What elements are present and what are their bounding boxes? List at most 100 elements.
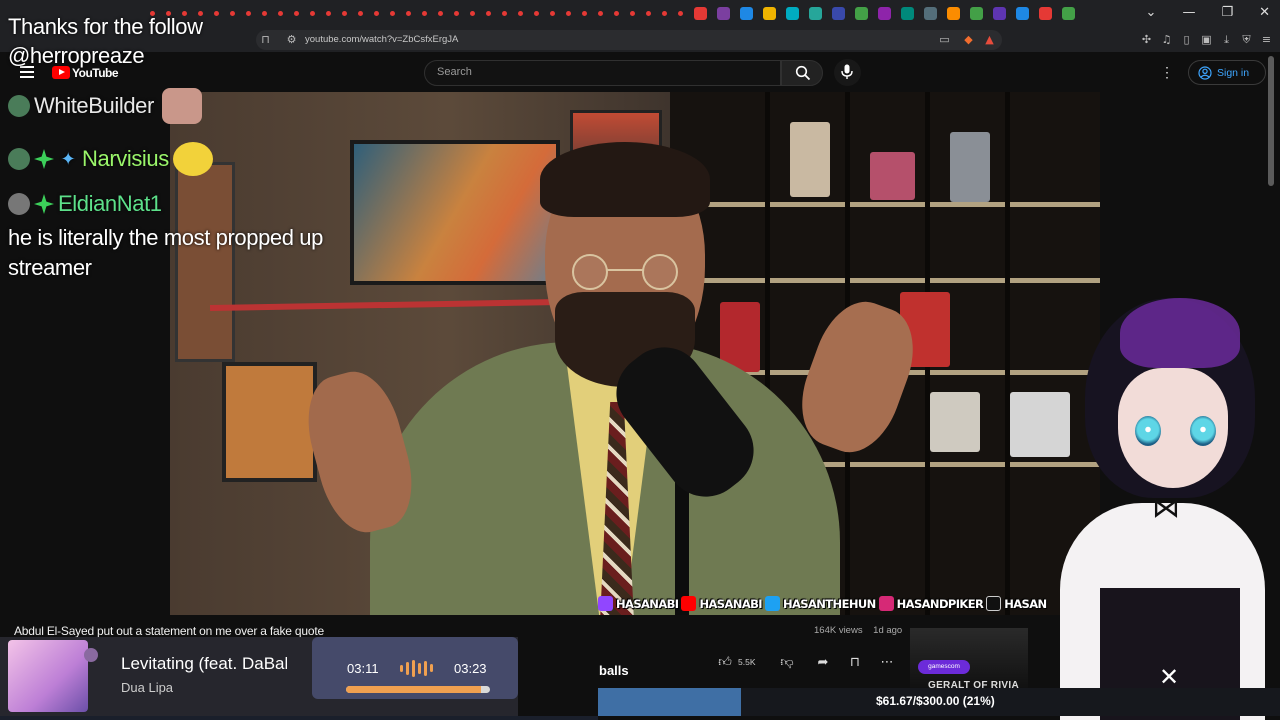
- follow-alert: Thanks for the follow @herropreaze: [8, 14, 203, 68]
- like-icon[interactable]: 👍︎: [714, 650, 736, 676]
- tab-favicon-icon[interactable]: [763, 7, 776, 20]
- tab-favicon-icon[interactable]: [740, 7, 753, 20]
- tab-favicon-icon[interactable]: [342, 11, 347, 16]
- tab-favicon-icon[interactable]: [924, 7, 937, 20]
- video-player[interactable]: [170, 92, 1100, 615]
- tab-favicon-icon[interactable]: [614, 11, 619, 16]
- more-vert-icon[interactable]: ⋮: [1160, 65, 1174, 81]
- taskbar-strip: [0, 716, 598, 720]
- tab-favicon-icon[interactable]: [374, 11, 379, 16]
- tab-favicon-icon[interactable]: [278, 11, 283, 16]
- tab-favicon-icon[interactable]: [310, 11, 315, 16]
- tab-favicon-icon[interactable]: [294, 11, 299, 16]
- social-handle: HASANTHEHUN: [782, 596, 876, 611]
- site-info-icon[interactable]: ⚙: [285, 33, 298, 46]
- twitter-icon: [764, 596, 780, 611]
- album-art: [8, 640, 88, 712]
- socials-banner: HASANABI HASANABI HASANTHEHUN HASANDPIKE…: [598, 594, 1054, 613]
- tab-favicon-icon[interactable]: [694, 7, 707, 20]
- vpn-icon[interactable]: ⛨: [1240, 33, 1253, 46]
- tab-favicon-icon[interactable]: [502, 11, 507, 16]
- tab-favicon-icon[interactable]: [901, 7, 914, 20]
- video-meta: 164K views 1d ago: [814, 625, 902, 636]
- tab-favicon-icon[interactable]: [422, 11, 427, 16]
- song-title: Levitating (feat. DaBaby): [121, 654, 287, 673]
- tab-favicon-icon[interactable]: [406, 11, 411, 16]
- tab-favicon-icon[interactable]: [809, 7, 822, 20]
- tab-favicon-icon[interactable]: [878, 7, 891, 20]
- close-window-button[interactable]: ✕: [1259, 5, 1270, 20]
- chat-username: EldianNat1: [58, 191, 162, 216]
- tab-favicon-icon[interactable]: [970, 7, 983, 20]
- voice-search-button[interactable]: [834, 59, 861, 86]
- tab-favicon-icon[interactable]: [630, 11, 635, 16]
- video-title[interactable]: Abdul El-Sayed put out a statement on me…: [14, 624, 324, 638]
- chat-message: he is literally the most propped up stre…: [8, 225, 323, 280]
- window-controls: ⌄ — ❐ ✕: [1146, 5, 1270, 20]
- social-handle: HASANDPIKER: [896, 596, 984, 611]
- glasses-icon: [572, 254, 678, 290]
- sidebar-icon[interactable]: ▯: [1180, 33, 1193, 46]
- download-icon[interactable]: ⤓: [1220, 33, 1233, 46]
- tab-search-icon[interactable]: ⌄: [1146, 5, 1157, 20]
- tab-favicon-icon[interactable]: [534, 11, 539, 16]
- tab-favicon-icon[interactable]: [566, 11, 571, 16]
- share-icon[interactable]: ➦: [812, 650, 834, 676]
- minimize-button[interactable]: —: [1182, 5, 1195, 20]
- song-current-time: 03:11: [347, 661, 379, 676]
- tab-favicon-icon[interactable]: [486, 11, 491, 16]
- close-icon[interactable]: ✕: [1156, 664, 1182, 690]
- page-scrollbar[interactable]: [1268, 56, 1274, 186]
- tab-favicon-icon[interactable]: [717, 7, 730, 20]
- maximize-button[interactable]: ❐: [1221, 5, 1233, 20]
- tab-favicon-icon[interactable]: [582, 11, 587, 16]
- save-icon[interactable]: ⊓: [844, 650, 866, 676]
- brave-shield-icon[interactable]: ◆: [962, 33, 975, 46]
- tab-favicon-icon[interactable]: [326, 11, 331, 16]
- tab-favicon-icon[interactable]: [470, 11, 475, 16]
- chat-entry: WhiteBuilder: [8, 88, 202, 124]
- extensions-icon[interactable]: ✣: [1140, 33, 1153, 46]
- song-artist: Dua Lipa: [121, 680, 174, 695]
- search-box[interactable]: [424, 60, 781, 86]
- media-icon[interactable]: ♫: [1160, 33, 1173, 46]
- view-count: 164K views: [814, 625, 863, 636]
- wall-painting: [350, 140, 560, 285]
- tab-favicon-icon[interactable]: [947, 7, 960, 20]
- emote-icon: [161, 88, 202, 124]
- tab-favicon-icon[interactable]: [1039, 7, 1052, 20]
- song-progress-fill: [346, 686, 482, 693]
- tab-favicon-icon[interactable]: [646, 11, 651, 16]
- tiktok-icon: [986, 596, 1002, 611]
- tab-favicon-icon[interactable]: [678, 11, 683, 16]
- twitch-icon: [598, 596, 613, 611]
- tab-favicon-icon[interactable]: [390, 11, 395, 16]
- tab-favicon-icon[interactable]: [832, 7, 845, 20]
- tab-favicon-icon[interactable]: [786, 7, 799, 20]
- tab-favicon-icon[interactable]: [855, 7, 868, 20]
- chat-username: Narvisius: [82, 146, 169, 171]
- tab-favicon-icon[interactable]: [662, 11, 667, 16]
- more-horiz-icon[interactable]: ⋯: [876, 650, 898, 676]
- chat-entry: EldianNat1: [8, 191, 162, 217]
- waveform-icon: [400, 659, 440, 677]
- tab-favicon-icon[interactable]: [518, 11, 523, 16]
- like-count: 5.5K: [738, 657, 756, 667]
- menu-icon[interactable]: ≡: [1260, 33, 1273, 46]
- tab-favicon-icon[interactable]: [550, 11, 555, 16]
- tab-favicon-icon[interactable]: [438, 11, 443, 16]
- tab-favicon-icon[interactable]: [358, 11, 363, 16]
- dislike-icon[interactable]: 👎︎: [776, 650, 798, 676]
- sign-in-button[interactable]: Sign in: [1188, 60, 1266, 85]
- streamer-hair: [540, 142, 710, 217]
- cast-icon[interactable]: ▭: [938, 33, 951, 46]
- wallet-icon[interactable]: ▣: [1200, 33, 1213, 46]
- tab-favicon-icon[interactable]: [454, 11, 459, 16]
- tab-favicon-icon[interactable]: [598, 11, 603, 16]
- tab-favicon-icon[interactable]: [1062, 7, 1075, 20]
- rewards-icon[interactable]: ▲: [983, 33, 996, 46]
- search-input[interactable]: [437, 66, 757, 78]
- tab-favicon-icon[interactable]: [1016, 7, 1029, 20]
- tab-favicon-icon[interactable]: [993, 7, 1006, 20]
- search-button[interactable]: [781, 60, 823, 86]
